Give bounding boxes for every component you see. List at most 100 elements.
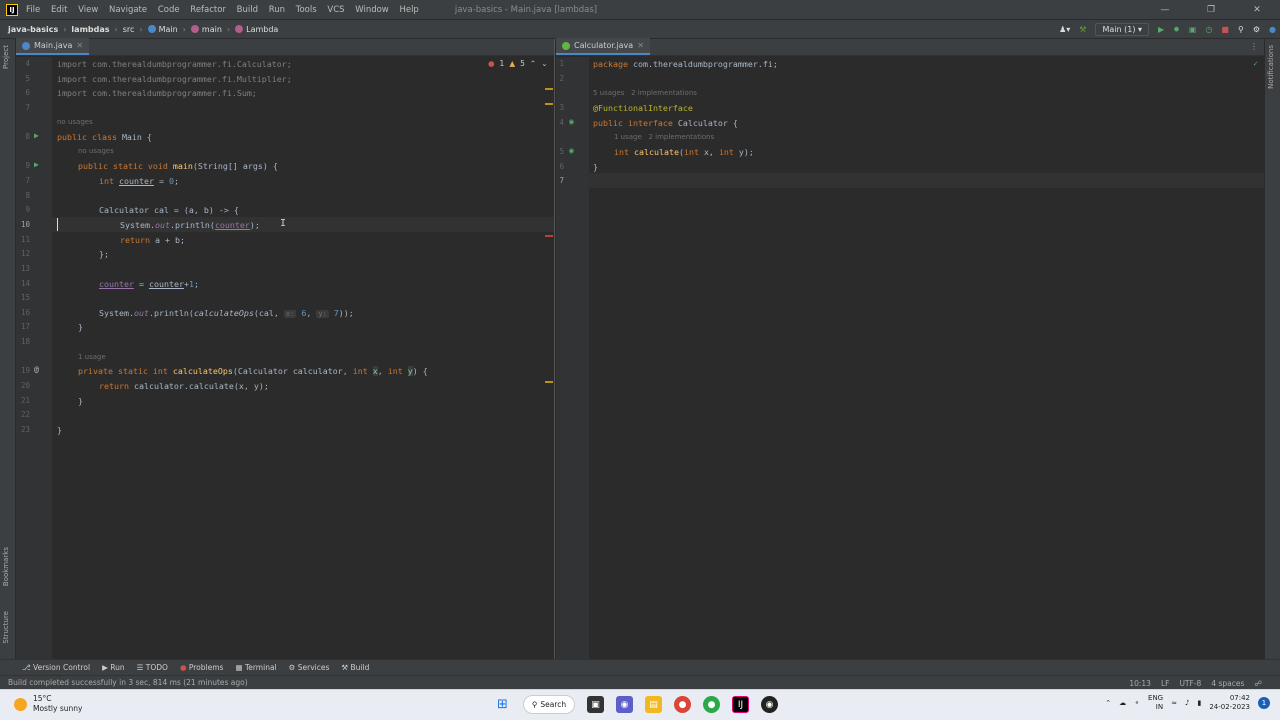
settings-icon[interactable]: ⚙	[1253, 25, 1260, 34]
status-message[interactable]: Build completed successfully in 3 sec, 8…	[8, 678, 248, 687]
chevron-up-icon[interactable]: ⌃	[1105, 699, 1111, 707]
crumb-src[interactable]: src	[123, 25, 135, 34]
menu-window[interactable]: Window	[355, 5, 389, 15]
clock[interactable]: 07:42 24-02-2023	[1209, 694, 1250, 712]
lock-icon[interactable]: ☍	[1254, 679, 1262, 688]
teams-chat-icon[interactable]: ◉	[616, 696, 633, 713]
build-hammer-icon[interactable]: ⚒	[1079, 25, 1086, 34]
run-gutter-icon[interactable]: ▶	[34, 131, 39, 140]
left-tool-strip: Project Bookmarks Structure	[0, 39, 16, 659]
tool-build[interactable]: ⚒ Build	[341, 663, 369, 672]
inspection-widget[interactable]: ● 1 ▲ 5 ⌃ ⌄	[488, 59, 547, 68]
no-problems-check-icon[interactable]: ✓	[1253, 59, 1258, 68]
intellij-taskbar-icon[interactable]: IJ	[732, 696, 749, 713]
cloud-icon[interactable]: ☁	[1119, 699, 1126, 707]
menu-help[interactable]: Help	[399, 5, 418, 15]
profile-icon[interactable]: ◷	[1205, 25, 1212, 34]
crumb-project[interactable]: java-basics	[8, 25, 58, 34]
close-icon[interactable]: ✕	[1234, 0, 1280, 20]
line-separator[interactable]: LF	[1161, 679, 1170, 688]
menu-refactor[interactable]: Refactor	[190, 5, 226, 15]
search-everywhere-icon[interactable]: ⚲	[1238, 25, 1244, 34]
right-editor[interactable]: ✓ 1 package com.therealdumbprogrammer.fi…	[556, 57, 1264, 659]
line-number: 13	[20, 264, 30, 273]
run-gutter-icon[interactable]: ▶	[34, 160, 39, 169]
tool-structure[interactable]: Structure	[2, 611, 10, 644]
usage-hint[interactable]: 5 usages 2 implementations	[593, 89, 697, 101]
tab-calculator-java[interactable]: Calculator.java ✕	[556, 38, 650, 55]
tool-notifications[interactable]: Notifications	[1267, 45, 1275, 89]
override-gutter-icon[interactable]: @	[34, 365, 39, 374]
minimize-icon[interactable]: —	[1142, 0, 1188, 20]
line-number: 23	[20, 425, 30, 434]
menu-build[interactable]: Build	[237, 5, 258, 15]
github-desktop-icon[interactable]: ◉	[761, 696, 778, 713]
warning-stripe[interactable]	[545, 88, 553, 90]
jetbrains-logo-icon[interactable]: ●	[1269, 25, 1276, 34]
menu-run[interactable]: Run	[269, 5, 285, 15]
more-icon[interactable]: ⋮	[1250, 42, 1258, 51]
close-tab-icon[interactable]: ✕	[637, 41, 644, 50]
menu-navigate[interactable]: Navigate	[109, 5, 147, 15]
class-icon	[147, 25, 156, 33]
menu-edit[interactable]: Edit	[51, 5, 67, 15]
method-icon	[190, 25, 199, 33]
tool-problems[interactable]: ● Problems	[180, 663, 224, 672]
tool-services[interactable]: ⚙ Services	[289, 663, 330, 672]
speaker-icon[interactable]: ♪	[1185, 699, 1189, 707]
taskbar-search[interactable]: ⚲ Search	[523, 695, 575, 714]
usage-hint[interactable]: 1 usage 2 implementations	[614, 133, 714, 145]
usage-hint[interactable]: no usages	[78, 147, 114, 159]
account-icon[interactable]: ♟▾	[1059, 25, 1070, 34]
chrome-profile-icon[interactable]: ●	[703, 696, 720, 713]
code-line: @FunctionalInterface	[593, 103, 693, 113]
crumb-class[interactable]: Main	[159, 25, 178, 34]
crumb-module[interactable]: lambdas	[71, 25, 109, 34]
usage-hint[interactable]: no usages	[57, 118, 93, 130]
language-indicator[interactable]: ENG IN	[1148, 694, 1163, 712]
tool-project[interactable]: Project	[2, 45, 10, 69]
windows-start-icon[interactable]: ⊞	[494, 696, 511, 713]
weather-widget[interactable]: 15°C Mostly sunny	[14, 694, 82, 714]
warning-stripe[interactable]	[545, 103, 553, 105]
battery-icon[interactable]: ▮	[1197, 699, 1201, 707]
notification-badge[interactable]: 1	[1258, 697, 1270, 709]
wifi-icon[interactable]: ≈	[1171, 699, 1177, 707]
chrome-icon[interactable]: ●	[674, 696, 691, 713]
restore-icon[interactable]: ❐	[1188, 0, 1234, 20]
line-number: 12	[20, 249, 30, 258]
coverage-icon[interactable]: ▣	[1189, 25, 1197, 34]
debug-icon[interactable]: ✹	[1173, 25, 1180, 34]
implemented-gutter-icon[interactable]: ◉	[569, 117, 574, 126]
tool-run[interactable]: ▶ Run	[102, 663, 125, 672]
tool-bookmarks[interactable]: Bookmarks	[2, 547, 10, 586]
file-explorer-icon[interactable]: ▤	[645, 696, 662, 713]
menu-code[interactable]: Code	[158, 5, 180, 15]
task-view-icon[interactable]: ▣	[587, 696, 604, 713]
implemented-gutter-icon[interactable]: ◉	[569, 146, 574, 155]
error-stripe[interactable]	[545, 235, 553, 237]
next-highlight-icon[interactable]: ⌄	[541, 59, 547, 68]
left-editor[interactable]: ● 1 ▲ 5 ⌃ ⌄ 4 import com.therealdumbprogram…	[16, 57, 554, 659]
run-config-select[interactable]: Main (1) ▾	[1095, 23, 1150, 36]
caret-position[interactable]: 10:13	[1129, 679, 1151, 688]
stop-icon[interactable]: ■	[1221, 25, 1229, 34]
indent-setting[interactable]: 4 spaces	[1211, 679, 1244, 688]
file-encoding[interactable]: UTF-8	[1179, 679, 1201, 688]
warning-stripe[interactable]	[545, 381, 553, 383]
crumb-method[interactable]: main	[202, 25, 222, 34]
menu-tools[interactable]: Tools	[296, 5, 317, 15]
menu-view[interactable]: View	[78, 5, 98, 15]
prev-highlight-icon[interactable]: ⌃	[530, 59, 536, 68]
close-tab-icon[interactable]: ✕	[76, 41, 83, 50]
menu-vcs[interactable]: VCS	[327, 5, 344, 15]
run-icon[interactable]: ▶	[1158, 25, 1164, 34]
tool-version-control[interactable]: ⎇ Version Control	[22, 663, 90, 672]
menu-file[interactable]: File	[26, 5, 40, 15]
tool-terminal[interactable]: ▦ Terminal	[235, 663, 276, 672]
tab-main-java[interactable]: Main.java ✕	[16, 38, 90, 55]
run-config-label: Main (1)	[1102, 25, 1136, 34]
tool-todo[interactable]: ☰ TODO	[137, 663, 168, 672]
microphone-icon[interactable]: ⚬	[1134, 699, 1140, 707]
crumb-lambda[interactable]: Lambda	[246, 25, 278, 34]
